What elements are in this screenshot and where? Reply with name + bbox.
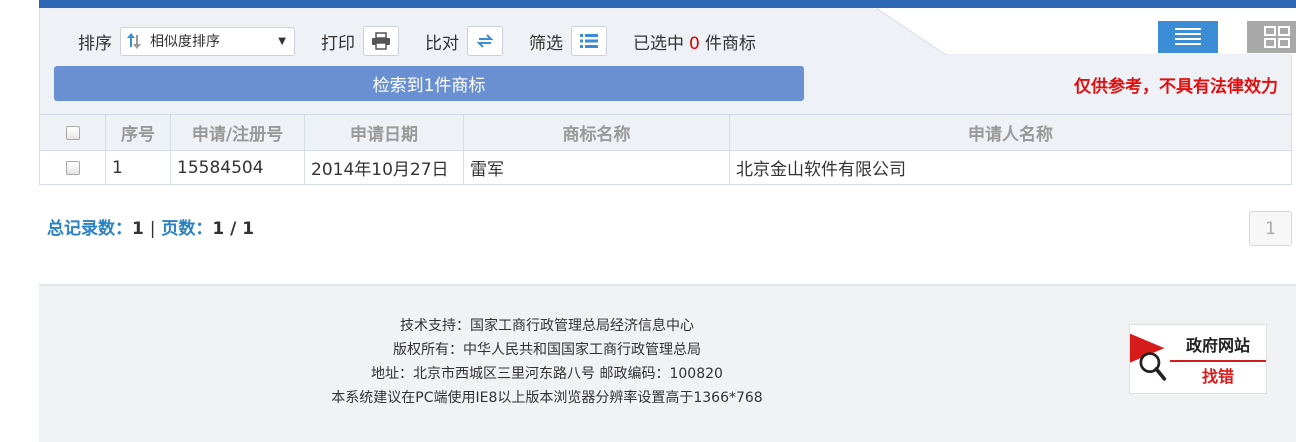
- row-checkbox[interactable]: [65, 160, 80, 175]
- table-row: 1 15584504 2014年10月27日 雷军 北京金山软件有限公司: [39, 150, 1292, 185]
- list-view-button[interactable]: [1158, 21, 1218, 53]
- selected-count: 0: [689, 33, 700, 54]
- footer-address: 地址：北京市西城区三里河东路八号 邮政编码：100820: [371, 366, 723, 382]
- footer-info: 技术支持：国家工商行政管理总局经济信息中心 版权所有：中华人民共和国国家工商行政…: [39, 314, 1055, 410]
- table-header-row: 序号 申请/注册号 申请日期 商标名称 申请人名称: [39, 114, 1292, 151]
- list-view-icon: [1175, 28, 1201, 45]
- filter-button[interactable]: [571, 26, 607, 56]
- compare-button[interactable]: [467, 26, 503, 56]
- footer: 技术支持：国家工商行政管理总局经济信息中心 版权所有：中华人民共和国国家工商行政…: [39, 284, 1296, 442]
- header-date: 申请日期: [304, 114, 464, 151]
- row-date: 2014年10月27日: [304, 150, 464, 185]
- header-trademark-name: 商标名称: [463, 114, 730, 151]
- print-label: 打印: [321, 33, 355, 54]
- search-control-panel: 排序 相似度排序 ▼ 打印 比对 筛选 已选中 0 件商标 检索到1件商标 仅供…: [39, 8, 1296, 114]
- select-all-checkbox[interactable]: [65, 125, 80, 140]
- header-reg-no: 申请/注册号: [170, 114, 305, 151]
- header-select-all[interactable]: [39, 114, 106, 151]
- sort-select[interactable]: 相似度排序 ▼: [120, 26, 295, 56]
- gov-badge-line2: 找错: [1170, 359, 1266, 387]
- selected-prefix: 已选中: [633, 33, 684, 54]
- row-index: 1: [105, 150, 171, 185]
- gov-badge-text: 政府网站 找错: [1170, 332, 1266, 387]
- pages-value: 1 / 1: [212, 219, 255, 239]
- printer-icon: [372, 32, 390, 50]
- selected-count-info: 已选中 0 件商标: [633, 29, 756, 54]
- compare-label: 比对: [425, 33, 459, 54]
- list-filter-icon: [580, 34, 598, 48]
- pagination-summary: 总记录数：1 | 页数：1 / 1: [47, 214, 254, 239]
- footer-browser-note: 本系统建议在PC端使用IE8以上版本浏览器分辨率设置高于1366*768: [331, 390, 763, 406]
- total-records-value: 1: [132, 219, 144, 239]
- top-header-bar: [39, 0, 1296, 8]
- selected-suffix: 件商标: [704, 33, 756, 54]
- swap-arrows-icon: [476, 34, 494, 48]
- sort-label: 排序: [78, 33, 112, 54]
- result-count-banner: 检索到1件商标: [54, 66, 804, 101]
- grid-view-icon: [1264, 26, 1290, 48]
- gov-badge-line1: 政府网站: [1185, 335, 1250, 355]
- footer-copyright: 版权所有：中华人民共和国国家工商行政管理总局: [393, 342, 701, 358]
- sort-select-value: 相似度排序: [150, 34, 220, 50]
- total-records-label: 总记录数：: [47, 219, 132, 239]
- sort-icon: [127, 33, 141, 49]
- chevron-down-icon: ▼: [278, 35, 286, 47]
- panel-corner-notch: [876, 8, 1293, 55]
- gov-site-error-report-badge[interactable]: 政府网站 找错: [1129, 324, 1267, 394]
- row-applicant: 北京金山软件有限公司: [729, 150, 1292, 185]
- row-select-cell[interactable]: [39, 150, 106, 185]
- row-trademark-name-link[interactable]: 雷军: [463, 150, 730, 185]
- toolbar: 排序 相似度排序 ▼ 打印 比对 筛选 已选中 0 件商标: [78, 25, 756, 57]
- legal-disclaimer: 仅供参考，不具有法律效力: [1074, 77, 1278, 97]
- header-applicant: 申请人名称: [729, 114, 1292, 151]
- page-button-1[interactable]: 1: [1249, 211, 1292, 246]
- filter-label: 筛选: [529, 33, 563, 54]
- header-index: 序号: [105, 114, 171, 151]
- footer-tech-support: 技术支持：国家工商行政管理总局经济信息中心: [400, 318, 694, 334]
- results-table: 序号 申请/注册号 申请日期 商标名称 申请人名称 1 15584504 201…: [39, 114, 1292, 185]
- magnifier-flag-icon: [1130, 333, 1167, 381]
- print-button[interactable]: [363, 26, 399, 56]
- row-reg-no-link[interactable]: 15584504: [170, 150, 305, 185]
- pager-separator: |: [149, 219, 156, 239]
- grid-view-button[interactable]: [1247, 21, 1296, 53]
- pages-label: 页数：: [161, 219, 213, 239]
